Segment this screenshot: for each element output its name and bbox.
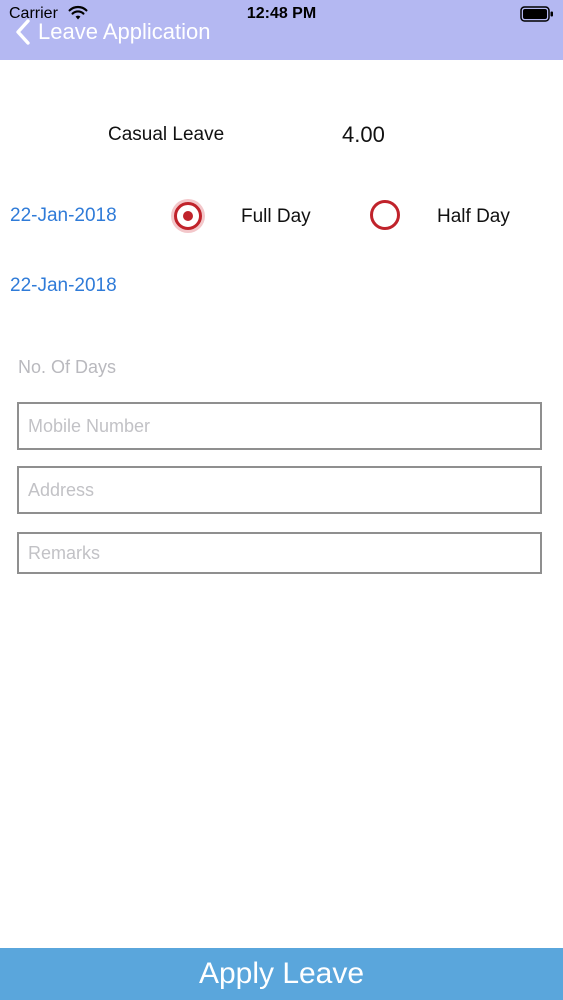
navigation-header: Carrier 12:48 PM Leave Application (0, 0, 563, 60)
battery-icon (520, 6, 553, 22)
chevron-left-icon (16, 19, 30, 45)
apply-leave-button[interactable]: Apply Leave (0, 948, 563, 1000)
half-day-radio[interactable] (370, 200, 400, 230)
leave-type-label: Casual Leave (108, 124, 225, 145)
leave-application-screen: Carrier 12:48 PM Leave Application Casua… (0, 0, 563, 1000)
address-field[interactable] (17, 466, 542, 514)
leave-balance-value: 4.00 (342, 122, 385, 147)
back-button[interactable]: Leave Application (14, 17, 210, 47)
to-date-picker[interactable]: 22-Jan-2018 (10, 275, 117, 297)
page-title: Leave Application (38, 19, 211, 44)
mobile-number-field[interactable] (17, 402, 542, 450)
full-day-radio[interactable] (174, 202, 202, 230)
no-of-days-label: No. Of Days (18, 357, 117, 377)
half-day-label[interactable]: Half Day (437, 206, 510, 228)
radio-selected-dot (183, 211, 193, 221)
full-day-label[interactable]: Full Day (241, 206, 311, 228)
from-date-picker[interactable]: 22-Jan-2018 (10, 205, 117, 227)
remarks-field[interactable] (17, 532, 542, 574)
